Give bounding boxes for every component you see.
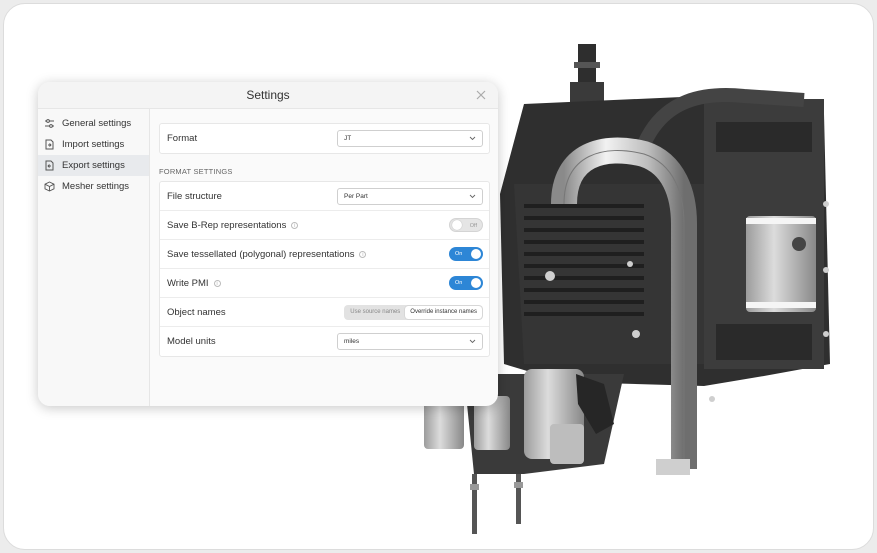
format-select-value: JT: [344, 135, 352, 142]
save-brep-label: Save B-Rep representations i: [167, 219, 299, 231]
format-label: Format: [167, 133, 198, 144]
model-units-label: Model units: [167, 336, 216, 347]
app-frame: Settings General settings Import setting…: [3, 3, 874, 550]
sliders-icon: [44, 118, 55, 129]
save-brep-toggle[interactable]: Off: [449, 218, 483, 232]
chevron-down-icon: [469, 339, 476, 344]
sidebar-item-export-settings[interactable]: Export settings: [38, 155, 149, 176]
sidebar-item-label: Mesher settings: [62, 181, 130, 192]
toggle-knob: [471, 249, 481, 259]
cube-icon: [44, 181, 55, 192]
close-icon[interactable]: [474, 88, 488, 102]
object-names-segmented: Use source names Override instance names: [344, 304, 483, 320]
model-units-row: Model units miles: [160, 327, 489, 356]
save-tessellated-row: Save tessellated (polygonal) representat…: [160, 240, 489, 269]
sidebar-item-mesher-settings[interactable]: Mesher settings: [38, 176, 149, 197]
chevron-down-icon: [469, 194, 476, 198]
save-tessellated-toggle[interactable]: On: [449, 247, 483, 261]
format-settings-card: File structure Per Part Save B-Rep repre…: [159, 181, 490, 357]
model-units-value: miles: [344, 338, 360, 345]
toggle-state: Off: [469, 223, 477, 229]
write-pmi-label: Write PMI i: [167, 278, 221, 289]
save-tessellated-label: Save tessellated (polygonal) representat…: [167, 248, 367, 260]
toggle-state: On: [455, 280, 463, 286]
save-tessellated-text: Save tessellated (polygonal) representat…: [167, 248, 355, 260]
file-structure-select[interactable]: Per Part: [337, 187, 483, 205]
object-names-label: Object names: [167, 306, 226, 318]
info-icon[interactable]: i: [213, 279, 221, 287]
format-card: Format JT: [159, 123, 490, 154]
dialog-title: Settings: [246, 88, 290, 102]
object-names-row: Object names Use source names Override i…: [160, 298, 489, 327]
file-structure-label: File structure: [167, 190, 222, 202]
chevron-down-icon: [469, 136, 476, 141]
sidebar-item-general-settings[interactable]: General settings: [38, 113, 149, 134]
use-source-names-option[interactable]: Use source names: [345, 306, 405, 319]
section-format-settings: FORMAT SETTINGS: [159, 167, 233, 176]
save-brep-text: Save B-Rep representations: [167, 219, 287, 231]
toggle-knob: [452, 220, 462, 230]
toggle-state: On: [455, 251, 463, 257]
sidebar-item-label: Export settings: [62, 160, 125, 171]
file-structure-row: File structure Per Part: [160, 182, 489, 211]
info-icon[interactable]: i: [359, 250, 367, 258]
save-brep-row: Save B-Rep representations i Off: [160, 211, 489, 240]
model-units-select[interactable]: miles: [337, 333, 483, 350]
write-pmi-row: Write PMI i On: [160, 269, 489, 298]
format-select[interactable]: JT: [337, 130, 483, 147]
sidebar-item-import-settings[interactable]: Import settings: [38, 134, 149, 155]
settings-dialog: Settings General settings Import setting…: [38, 82, 498, 406]
settings-content: Format JT FORMAT SETTINGS File structure…: [159, 123, 490, 357]
override-instance-names-option[interactable]: Override instance names: [405, 305, 482, 319]
write-pmi-text: Write PMI: [167, 277, 209, 289]
sidebar-item-label: General settings: [62, 118, 132, 129]
info-icon[interactable]: i: [291, 221, 299, 229]
file-structure-value: Per Part: [344, 192, 368, 200]
file-import-icon: [44, 139, 55, 150]
sidebar-item-label: Import settings: [62, 139, 125, 150]
write-pmi-toggle[interactable]: On: [449, 276, 483, 290]
toggle-knob: [471, 278, 481, 288]
dialog-header: Settings: [38, 82, 498, 109]
settings-sidebar: General settings Import settings Export …: [38, 109, 150, 406]
format-row: Format JT: [160, 124, 489, 153]
file-export-icon: [44, 160, 55, 171]
